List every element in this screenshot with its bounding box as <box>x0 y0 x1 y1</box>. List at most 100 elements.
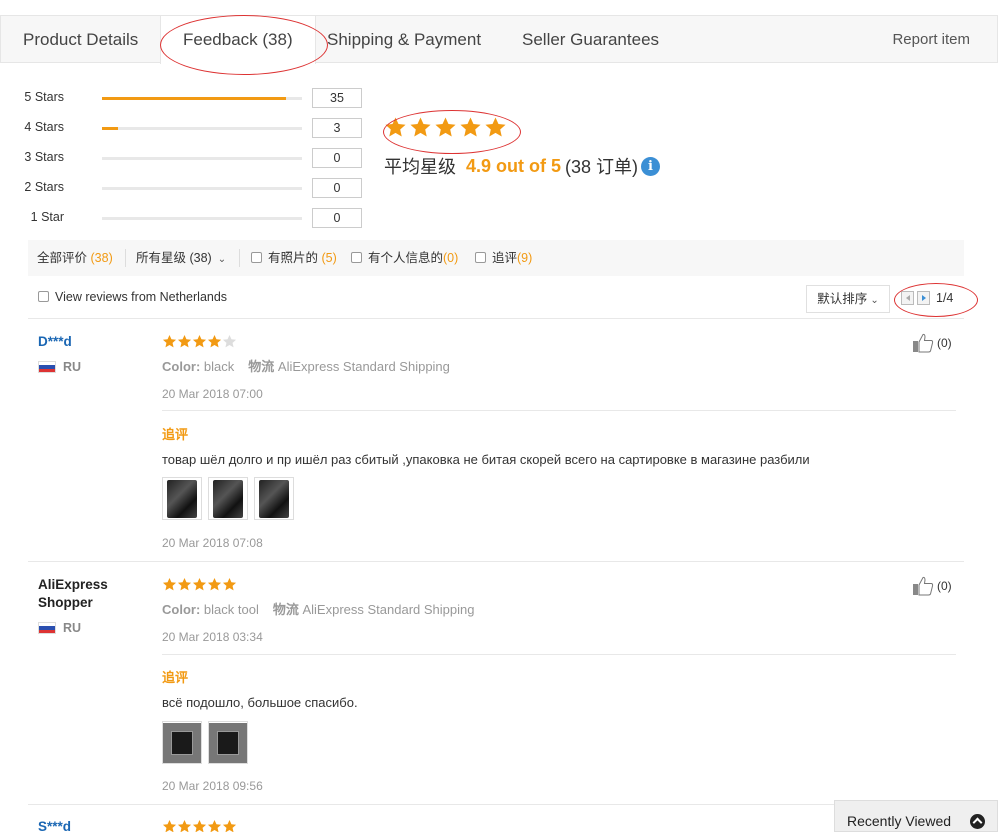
rating-row[interactable]: 5 Stars 35 <box>0 88 370 108</box>
tab-product-details[interactable]: Product Details <box>1 16 160 63</box>
chevron-up-icon <box>970 814 985 829</box>
review-photo-thumbnail[interactable] <box>208 721 248 764</box>
rating-progress-bar <box>102 127 302 130</box>
reviewer-country: RU <box>38 360 81 374</box>
helpful-button[interactable]: (0) <box>912 576 952 596</box>
recently-viewed-label: Recently Viewed <box>847 813 952 829</box>
filter-with-personal-info[interactable]: 有个人信息的(0) <box>351 240 458 276</box>
filter-bar: 全部评价 (38) 所有星级 (38) ⌄ 有照片的 (5) 有个人信息的(0) … <box>28 240 964 276</box>
filter-additional-label: 追评 <box>492 251 518 265</box>
sort-label: 默认排序 <box>817 292 868 306</box>
divider <box>28 804 964 805</box>
filter-personal-label: 有个人信息的 <box>368 251 444 265</box>
rating-progress-bar <box>102 157 302 160</box>
reviewer-name[interactable]: D***d <box>38 333 72 351</box>
divider <box>162 654 956 655</box>
star-filled-icon <box>207 819 222 832</box>
reviewer-name-line2: Shopper <box>38 595 93 610</box>
filter-all-reviews[interactable]: 全部评价 (38) <box>37 240 113 276</box>
info-icon[interactable]: i <box>641 156 661 176</box>
filter-star-dropdown[interactable]: 所有星级 (38) ⌄ <box>136 240 226 278</box>
additional-review-label: 追评 <box>162 427 189 442</box>
shipping-value: AliExpress Standard Shipping <box>277 359 450 374</box>
rating-row-label: 4 Stars <box>24 120 64 134</box>
divider <box>28 561 964 562</box>
checkbox-view-local[interactable] <box>38 291 49 302</box>
country-code: RU <box>63 360 82 374</box>
rating-progress-fill <box>102 97 287 100</box>
sort-dropdown[interactable]: 默认排序 ⌄ <box>806 285 890 313</box>
rating-row-label: 1 Star <box>30 210 64 224</box>
review-photo-thumbnail[interactable] <box>254 477 294 520</box>
rating-row[interactable]: 2 Stars 0 <box>0 178 370 198</box>
rating-row-label: 2 Stars <box>24 180 64 194</box>
star-filled-icon <box>192 577 207 591</box>
review-date: 20 Mar 2018 07:00 <box>162 387 263 401</box>
review-photo-thumbnail[interactable] <box>162 721 202 764</box>
review-stars <box>162 334 237 349</box>
filter-with-photos[interactable]: 有照片的 (5) <box>251 240 337 276</box>
reviewer-country: RU <box>38 621 81 635</box>
review-photos <box>162 721 248 764</box>
filter-photos-count: (5) <box>321 251 337 265</box>
annotation-circle-feedback-tab <box>160 15 328 75</box>
review-photo-thumbnail[interactable] <box>208 477 248 520</box>
review-photos <box>162 477 294 520</box>
reviewer-name[interactable]: S***d <box>38 818 71 832</box>
star-filled-icon <box>192 334 207 348</box>
divider <box>125 249 126 267</box>
color-label: Color: <box>162 359 201 374</box>
recently-viewed-button[interactable]: Recently Viewed <box>834 800 998 832</box>
annotation-circle-stars <box>383 110 521 154</box>
review-stars <box>162 577 237 592</box>
rating-row[interactable]: 1 Star 0 <box>0 208 370 228</box>
rating-progress-bar <box>102 217 302 220</box>
annotation-circle-pager <box>894 283 978 317</box>
divider <box>162 410 956 411</box>
rating-progress-fill <box>102 127 118 130</box>
additional-review-label: 追评 <box>162 670 189 685</box>
photo-image <box>167 479 197 518</box>
filter-stars-label: 所有星级 (38) <box>136 251 212 265</box>
star-filled-icon <box>177 577 192 591</box>
thumbs-up-icon <box>913 333 934 353</box>
tab-bar: Product Details Feedback (38) Shipping &… <box>0 15 998 64</box>
review-text: всё подошло, большое спасибо. <box>162 695 358 710</box>
tab-shipping-payment[interactable]: Shipping & Payment <box>305 16 503 63</box>
helpful-button[interactable]: (0) <box>912 333 952 353</box>
review-meta: Color: black tool 物流 AliExpress Standard … <box>162 599 474 618</box>
tab-seller-guarantees[interactable]: Seller Guarantees <box>500 16 681 63</box>
star-filled-icon <box>222 819 237 832</box>
rating-progress-bar <box>102 187 302 190</box>
rating-row[interactable]: 4 Stars 3 <box>0 118 370 138</box>
reviewer-name[interactable]: AliExpress Shopper <box>38 576 108 612</box>
checkbox-personal-info[interactable] <box>351 252 362 263</box>
review-date: 20 Mar 2018 03:34 <box>162 630 263 644</box>
review-photo-thumbnail[interactable] <box>162 477 202 520</box>
filter-additional-count: (9) <box>517 251 533 265</box>
checkbox-additional[interactable] <box>475 252 486 263</box>
rating-row-count: 0 <box>312 208 362 228</box>
filter-additional-reviews[interactable]: 追评(9) <box>475 240 532 276</box>
checkbox-photos[interactable] <box>251 252 262 263</box>
view-local-label: View reviews from Netherlands <box>55 290 228 304</box>
average-rating-value: 4.9 out of 5 <box>466 155 562 176</box>
helpful-count: (0) <box>937 336 952 350</box>
additional-review-date: 20 Mar 2018 09:56 <box>162 779 263 793</box>
flag-icon <box>38 622 56 634</box>
view-local-reviews[interactable]: View reviews from Netherlands <box>38 290 227 304</box>
rating-row[interactable]: 3 Stars 0 <box>0 148 370 168</box>
report-item-link[interactable]: Report item <box>892 16 970 63</box>
shipping-label: 物流 <box>248 359 275 374</box>
average-rating-orders: (38 订单) <box>565 157 639 177</box>
review-stars <box>162 819 237 832</box>
rating-row-count: 0 <box>312 178 362 198</box>
photo-image <box>259 479 289 518</box>
star-filled-icon <box>192 819 207 832</box>
star-filled-icon <box>207 577 222 591</box>
photo-image <box>209 722 247 763</box>
star-filled-icon <box>162 577 177 591</box>
thumbs-up-icon <box>913 576 934 596</box>
rating-row-count: 0 <box>312 148 362 168</box>
rating-row-count: 35 <box>312 88 362 108</box>
